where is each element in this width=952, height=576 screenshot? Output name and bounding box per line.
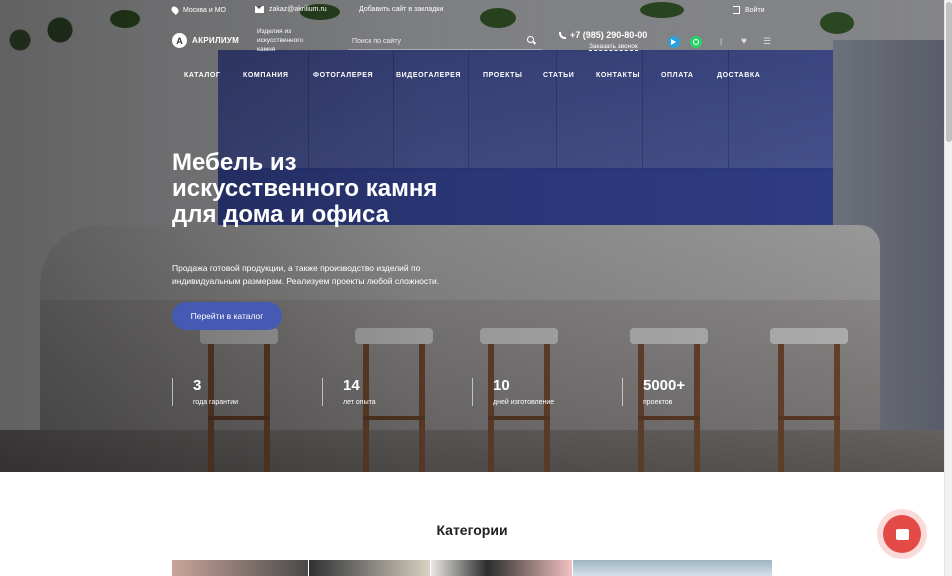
catalog-button[interactable]: Перейти в каталог <box>172 302 282 330</box>
nav-item-projects[interactable]: ПРОЕКТЫ <box>483 72 523 79</box>
stat-item: 3 года гарантии <box>172 378 238 406</box>
login-link[interactable]: Войти <box>733 6 765 14</box>
scrollbar-thumb[interactable] <box>946 2 952 142</box>
categories-title: Категории <box>436 522 508 538</box>
nav-item-company[interactable]: КОМПАНИЯ <box>243 72 289 79</box>
stat-number: 3 <box>193 377 202 394</box>
nav-item-photo-gallery[interactable]: ФОТОГАЛЕРЕЯ <box>313 72 373 79</box>
nav-item-articles[interactable]: СТАТЬИ <box>543 72 574 79</box>
whatsapp-icon[interactable] <box>690 36 702 48</box>
login-label: Войти <box>745 6 765 14</box>
chat-bubble-icon <box>895 528 909 540</box>
email-link[interactable]: zakaz@akrilium.ru <box>255 6 327 13</box>
logo[interactable]: A АКРИЛИУМ <box>172 33 239 48</box>
callback-link[interactable]: Заказать звонок <box>589 43 638 51</box>
login-icon <box>733 6 740 14</box>
hero-section: Москва и МО zakaz@akrilium.ru Добавить с… <box>0 0 944 472</box>
tagline: Изделия из искусственного камня <box>257 28 304 53</box>
city-label: Москва и МО <box>183 6 226 14</box>
chat-widget-button[interactable] <box>877 509 927 559</box>
stat-label: лет опыта <box>343 399 376 406</box>
stat-label: дней изготовление <box>493 399 555 406</box>
nav-item-video-gallery[interactable]: ВИДЕОГАЛЕРЕЯ <box>396 72 461 79</box>
search-box <box>348 32 542 50</box>
stat-label: проектов <box>643 399 673 406</box>
bookmark-link[interactable]: Добавить сайт в закладки <box>359 6 443 13</box>
hero-lead: Продажа готовой продукции, а также произ… <box>172 263 440 286</box>
scrollbar[interactable] <box>944 0 952 576</box>
category-card[interactable] <box>172 560 308 576</box>
bookmark-label: Добавить сайт в закладки <box>359 6 444 13</box>
location-pin-icon <box>170 5 180 15</box>
menu-icon[interactable]: ☰ <box>763 36 771 47</box>
category-card[interactable] <box>431 560 572 576</box>
stat-item: 14 лет опыта <box>322 378 376 406</box>
category-card[interactable] <box>309 560 430 576</box>
mail-icon <box>255 6 264 13</box>
stat-number: 5000+ <box>643 377 686 394</box>
stat-number: 10 <box>493 377 510 394</box>
page: Москва и МО zakaz@akrilium.ru Добавить с… <box>0 0 944 576</box>
phone-number: +7 (985) 290-80-00 <box>570 30 648 40</box>
chat-widget-inner <box>883 515 921 553</box>
city-selector[interactable]: Москва и МО <box>170 5 226 15</box>
stat-item: 10 дней изготовление <box>472 378 554 406</box>
nav-item-delivery[interactable]: ДОСТАВКА <box>717 72 760 79</box>
telegram-icon[interactable] <box>668 36 680 48</box>
search-input[interactable] <box>352 35 512 47</box>
top-bar: Москва и МО zakaz@akrilium.ru Добавить с… <box>0 0 944 20</box>
stat-label: года гарантии <box>193 399 239 406</box>
hero-title: Мебель из искусственного камня для дома … <box>172 149 438 228</box>
main-nav: КАТАЛОГ КОМПАНИЯ ФОТОГАЛЕРЕЯ ВИДЕОГАЛЕРЕ… <box>172 69 772 83</box>
phone-icon <box>559 31 566 39</box>
stat-number: 14 <box>343 377 360 394</box>
nav-item-catalog[interactable]: КАТАЛОГ <box>184 72 220 79</box>
heart-icon[interactable]: ♥ <box>741 36 747 47</box>
email-label: zakaz@akrilium.ru <box>269 6 327 13</box>
category-card[interactable] <box>573 560 772 576</box>
nav-item-contacts[interactable]: КОНТАКТЫ <box>596 72 640 79</box>
search-icon[interactable] <box>527 36 534 43</box>
stat-item: 5000+ проектов <box>622 378 685 406</box>
nav-item-payment[interactable]: ОПЛАТА <box>661 72 694 79</box>
phone-link[interactable]: +7 (985) 290-80-00 <box>559 30 647 40</box>
logo-mark-icon: A <box>172 33 187 48</box>
logo-text: АКРИЛИУМ <box>192 36 240 45</box>
header-divider: | <box>720 37 723 46</box>
